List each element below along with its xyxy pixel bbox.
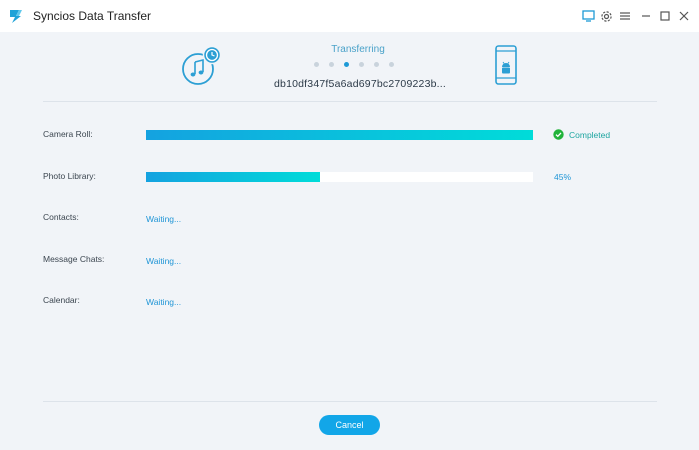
item-label-camera-roll: Camera Roll: bbox=[43, 129, 93, 139]
close-icon[interactable] bbox=[676, 8, 692, 24]
progress-track-camera-roll bbox=[146, 130, 533, 140]
header-divider bbox=[43, 101, 657, 102]
step-dot bbox=[329, 62, 334, 67]
progress-fill-camera-roll bbox=[146, 130, 533, 140]
transfer-step-dots bbox=[314, 62, 394, 70]
step-dot bbox=[314, 62, 319, 67]
item-label-photo-library: Photo Library: bbox=[43, 171, 96, 181]
step-dot-active bbox=[344, 62, 349, 67]
app-title: Syncios Data Transfer bbox=[33, 9, 152, 23]
status-message-chats: Waiting... bbox=[146, 256, 182, 266]
status-camera-roll: Completed bbox=[569, 130, 611, 140]
step-dot bbox=[359, 62, 364, 67]
step-dot bbox=[374, 62, 379, 67]
progress-track-photo-library bbox=[146, 172, 533, 182]
title-bar: Syncios Data Transfer bbox=[0, 0, 699, 32]
minimize-icon[interactable] bbox=[638, 8, 654, 24]
footer-divider bbox=[43, 401, 657, 402]
status-contacts: Waiting... bbox=[146, 214, 182, 224]
cancel-button[interactable]: Cancel bbox=[319, 415, 380, 435]
android-phone-icon bbox=[495, 45, 517, 85]
music-icon bbox=[182, 45, 222, 85]
step-dot bbox=[389, 62, 394, 67]
check-circle-icon bbox=[553, 129, 564, 140]
screen-icon[interactable] bbox=[580, 8, 596, 24]
menu-icon[interactable] bbox=[617, 8, 633, 24]
transfer-status: Transferring bbox=[331, 44, 385, 55]
item-label-message-chats: Message Chats: bbox=[43, 254, 105, 264]
maximize-icon[interactable] bbox=[657, 8, 673, 24]
item-label-calendar: Calendar: bbox=[43, 295, 80, 305]
item-label-contacts: Contacts: bbox=[43, 212, 79, 222]
status-calendar: Waiting... bbox=[146, 297, 182, 307]
progress-fill-photo-library bbox=[146, 172, 321, 182]
status-photo-library: 45% bbox=[554, 172, 572, 182]
gear-icon[interactable] bbox=[598, 8, 614, 24]
app-logo-icon bbox=[10, 10, 22, 23]
device-id: db10df347f5a6ad697bc2709223b... bbox=[273, 78, 447, 90]
